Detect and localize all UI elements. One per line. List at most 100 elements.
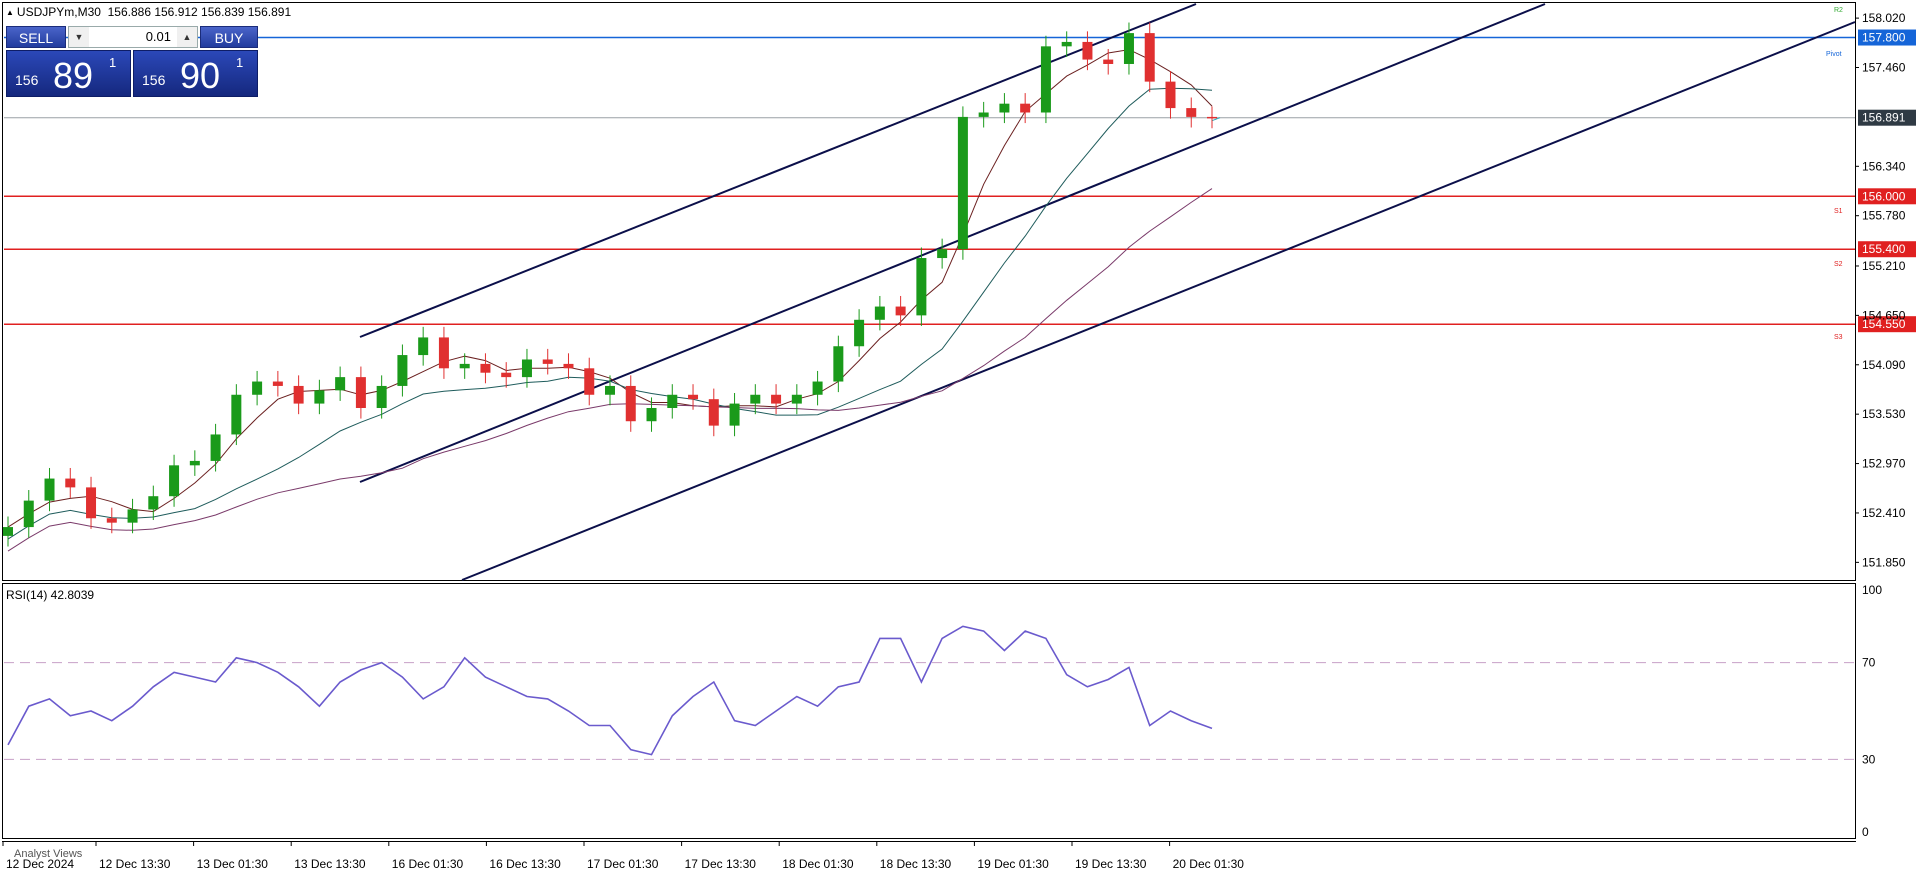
s3-label: S3 (1834, 334, 1843, 341)
candle-body (1061, 41, 1072, 47)
lot-increase-icon[interactable]: ▲ (177, 27, 197, 47)
time-tick-label: 18 Dec 01:30 (782, 857, 854, 871)
time-tick-label: 17 Dec 13:30 (685, 857, 757, 871)
rsi-label: RSI(14) 42.8039 (6, 588, 95, 602)
candle-body (1123, 33, 1134, 64)
candle-body (480, 363, 491, 373)
candle-body (459, 363, 470, 369)
candle-body (252, 381, 263, 395)
candle-body (127, 509, 138, 523)
sell-price-box[interactable]: 156 89 1 (6, 50, 131, 97)
one-click-trading-panel: SELL ▼ 0.01 ▲ BUY 156 89 1 156 90 1 (6, 26, 258, 97)
candle-body (1165, 81, 1176, 109)
candle-body (646, 407, 657, 422)
s1-label: S1 (1834, 208, 1843, 215)
level-label-155.400: 155.400 (1862, 242, 1906, 256)
buy-price-sup: 1 (236, 55, 244, 70)
candle-body (605, 385, 615, 395)
time-tick-label: 19 Dec 01:30 (977, 857, 1049, 871)
s2-label: S2 (1834, 261, 1843, 268)
candle-body (874, 306, 885, 320)
time-tick-label: 17 Dec 01:30 (587, 857, 659, 871)
price-tick-label: 154.090 (1862, 358, 1906, 372)
price-tick-label: 151.850 (1862, 555, 1906, 569)
lot-size-value[interactable]: 0.01 (91, 27, 175, 47)
moving-average-4 (7, 49, 1213, 528)
candle-body (1040, 46, 1051, 113)
rsi-tick-label: 0 (1862, 825, 1869, 839)
price-chart[interactable]: 157.800156.000155.400154.550PivotR2S1S2S… (0, 0, 1916, 874)
price-tick-label: 152.970 (1862, 457, 1906, 471)
main-chart-frame (2, 2, 1856, 581)
analyst-views-label: Analyst Views (14, 848, 83, 860)
sell-price-main: 89 (53, 55, 94, 96)
candle-body (563, 363, 574, 369)
moving-average-20 (7, 188, 1213, 552)
candle-body (521, 359, 532, 378)
r2-label: R2 (1834, 7, 1843, 14)
candle-body (854, 319, 865, 347)
pivot-label: Pivot (1826, 51, 1842, 58)
time-tick-label: 18 Dec 13:30 (880, 857, 952, 871)
candle-body (1103, 59, 1114, 64)
candle-body (231, 394, 242, 435)
candle-body (1186, 108, 1197, 117)
buy-price-box[interactable]: 156 90 1 (133, 50, 258, 97)
collapse-triangle-icon[interactable]: ▲ (6, 8, 14, 17)
candle-body (314, 390, 325, 404)
time-tick-label: 16 Dec 01:30 (392, 857, 464, 871)
candle-body (1082, 41, 1093, 60)
candle-body (272, 381, 283, 386)
candle-body (957, 116, 968, 250)
candle-body (86, 487, 97, 519)
rsi-tick-label: 30 (1862, 752, 1876, 766)
buy-price-main: 90 (180, 55, 221, 96)
candle-body (418, 337, 429, 356)
candle-body (438, 337, 449, 369)
buy-button[interactable]: BUY (200, 26, 258, 48)
price-tick-label: 155.780 (1862, 209, 1906, 223)
time-tick-label: 12 Dec 13:30 (99, 857, 171, 871)
candle-body (210, 434, 221, 461)
buy-price-big: 156 (142, 72, 166, 88)
candle-body (355, 377, 366, 408)
candle-body (750, 394, 761, 404)
price-tick-label: 157.460 (1862, 61, 1906, 75)
level-label-157.800: 157.800 (1862, 31, 1906, 45)
candle-body (1020, 103, 1031, 113)
ohlc-quote: 156.886 156.912 156.839 156.891 (107, 5, 292, 19)
channel-line-upper (359, 3, 1197, 338)
symbol-header: ▲ USDJPYm,M30 156.886 156.912 156.839 156… (6, 5, 291, 19)
candle-body (376, 385, 387, 408)
price-tick-label: 156.340 (1862, 159, 1906, 173)
current-price-label: 156.891 (1862, 111, 1906, 125)
candle-body (791, 394, 802, 404)
candle-body (1144, 33, 1155, 82)
candle-body (65, 478, 76, 488)
candle-body (812, 381, 823, 395)
rsi-tick-label: 70 (1862, 656, 1876, 670)
candle-body (189, 460, 200, 466)
candle-body (501, 372, 512, 378)
price-tick-label: 153.530 (1862, 407, 1906, 421)
lot-size-field[interactable]: ▼ 0.01 ▲ (68, 26, 198, 48)
price-tick-label: 154.650 (1862, 308, 1906, 322)
price-tick-label: 155.210 (1862, 259, 1906, 273)
candle-body (293, 385, 304, 404)
level-label-156.000: 156.000 (1862, 189, 1906, 203)
candle-body (542, 359, 553, 364)
rsi-frame (2, 583, 1856, 839)
symbol-name: USDJPYm,M30 (16, 5, 101, 19)
moving-average-10 (7, 87, 1213, 540)
sell-price-big: 156 (15, 72, 39, 88)
lot-decrease-icon[interactable]: ▼ (69, 27, 89, 47)
candle-body (667, 394, 678, 408)
sell-button[interactable]: SELL (6, 26, 66, 48)
time-tick-label: 13 Dec 13:30 (294, 857, 366, 871)
candle-body (148, 496, 159, 510)
candle-body (999, 103, 1010, 113)
candle-body (833, 346, 844, 382)
candle-body (708, 399, 719, 426)
candle-body (937, 249, 948, 259)
channel-line-middle (359, 3, 1546, 483)
